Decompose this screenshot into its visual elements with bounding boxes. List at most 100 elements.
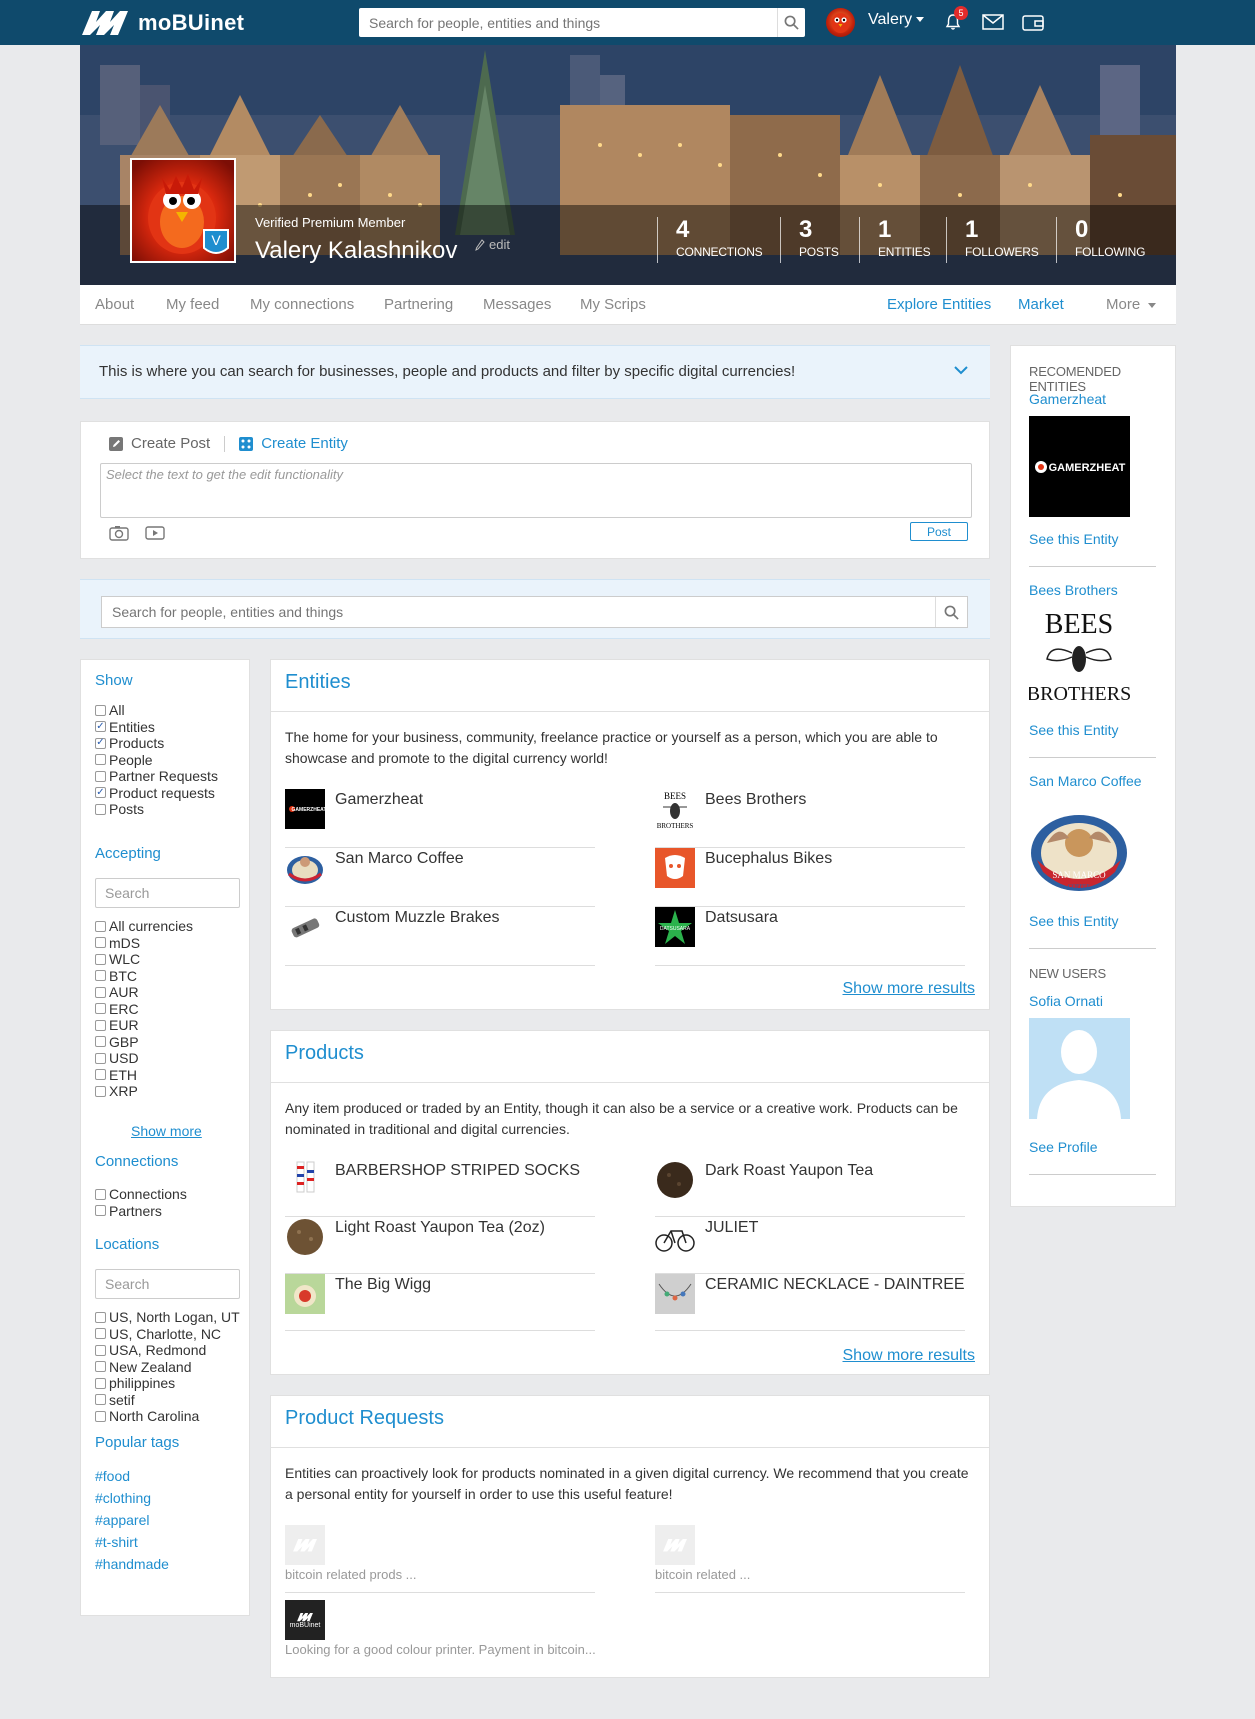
new-user-name[interactable]: Sofia Ornati [1029, 993, 1103, 1009]
see-entity-link[interactable]: See this Entity [1029, 913, 1119, 929]
request-item[interactable]: moBUinet Looking for a good colour print… [285, 1600, 596, 1657]
checkbox[interactable] [95, 1311, 106, 1323]
checkbox-checked[interactable]: ✓ [95, 721, 106, 732]
request-item[interactable]: bitcoin related ... [655, 1525, 965, 1593]
currency-filter-option[interactable]: BTC [95, 968, 137, 984]
list-item[interactable]: BEES BROTHERS Bees Brothers [655, 789, 965, 848]
video-icon[interactable] [145, 525, 165, 541]
list-item[interactable]: The Big Wigg [285, 1274, 595, 1331]
checkbox[interactable] [95, 803, 106, 815]
camera-icon[interactable] [109, 525, 129, 541]
notifications-button[interactable]: 5 [940, 6, 968, 35]
currency-filter-option[interactable]: EUR [95, 1017, 139, 1033]
create-post-tab[interactable]: Create Post [131, 435, 210, 452]
tag-link[interactable]: #t-shirt [95, 1534, 138, 1550]
location-search-input[interactable]: Search [95, 1269, 240, 1299]
show-filter-option[interactable]: Partner Requests [95, 768, 218, 784]
search-input[interactable] [102, 597, 935, 627]
stat-connections[interactable]: 4 CONNECTIONS [657, 217, 763, 263]
checkbox[interactable] [95, 1052, 106, 1064]
list-item[interactable]: Dark Roast Yaupon Tea [655, 1160, 965, 1217]
currency-filter-option[interactable]: GBP [95, 1034, 139, 1050]
list-item[interactable]: BARBERSHOP STRIPED SOCKS [285, 1160, 595, 1217]
show-filter-option[interactable]: ✓ Entities [95, 719, 155, 735]
profile-avatar[interactable]: V [130, 158, 236, 263]
san-marco-image[interactable]: SAN MARCO COFFEE [1029, 798, 1130, 899]
search-button[interactable] [935, 597, 967, 627]
location-filter-option[interactable]: setif [95, 1392, 135, 1408]
checkbox[interactable] [95, 754, 106, 765]
entities-show-more[interactable]: Show more results [843, 980, 976, 998]
checkbox-checked[interactable]: ✓ [95, 787, 106, 798]
currency-filter-option[interactable]: ETH [95, 1067, 137, 1083]
checkbox[interactable] [95, 1344, 106, 1356]
wallet-button[interactable] [1020, 9, 1046, 35]
edit-profile-link[interactable]: edit [475, 237, 510, 252]
tag-link[interactable]: #handmade [95, 1556, 169, 1572]
list-item[interactable]: Bucephalus Bikes [655, 848, 965, 907]
checkbox[interactable] [95, 953, 106, 965]
stat-followers[interactable]: 1 FOLLOWERS [946, 217, 1039, 263]
location-filter-option[interactable]: philippines [95, 1375, 175, 1391]
list-item[interactable]: GAMERZHEAT Gamerzheat [285, 789, 595, 848]
checkbox[interactable] [95, 1036, 106, 1047]
location-filter-option[interactable]: US, North Logan, UT [95, 1309, 240, 1325]
bees-brothers-image[interactable]: BEES BROTHERS [1029, 607, 1130, 708]
location-filter-option[interactable]: US, Charlotte, NC [95, 1326, 221, 1342]
post-button[interactable]: Post [910, 522, 968, 541]
stat-following[interactable]: 0 FOLLOWING [1056, 217, 1145, 263]
recommended-entity-name[interactable]: Gamerzheat [1029, 391, 1106, 407]
chevron-down-icon[interactable] [954, 366, 968, 375]
checkbox[interactable] [95, 1205, 106, 1216]
show-filter-option[interactable]: All [95, 702, 125, 718]
location-filter-option[interactable]: USA, Redmond [95, 1342, 206, 1358]
products-show-more[interactable]: Show more results [843, 1347, 976, 1365]
currency-filter-option[interactable]: XRP [95, 1083, 138, 1099]
checkbox[interactable] [95, 920, 106, 932]
currency-filter-option[interactable]: WLC [95, 951, 140, 967]
show-filter-option[interactable]: ✓ Products [95, 735, 164, 751]
checkbox[interactable] [95, 986, 106, 998]
gamerzheat-image[interactable]: GAMERZHEAT [1029, 416, 1130, 517]
show-filter-option[interactable]: Posts [95, 801, 144, 817]
search-button[interactable] [777, 8, 805, 37]
recommended-entity-name[interactable]: Bees Brothers [1029, 582, 1118, 598]
stat-posts[interactable]: 3 POSTS [780, 217, 839, 263]
checkbox[interactable] [95, 1019, 106, 1031]
list-item[interactable]: Custom Muzzle Brakes [285, 907, 595, 966]
checkbox[interactable] [95, 1328, 106, 1339]
currency-filter-option[interactable]: All currencies [95, 918, 193, 934]
see-entity-link[interactable]: See this Entity [1029, 722, 1119, 738]
see-profile-link[interactable]: See Profile [1029, 1139, 1097, 1155]
checkbox[interactable] [95, 1085, 106, 1097]
tab-more[interactable]: More [1106, 296, 1157, 313]
checkbox[interactable] [95, 1069, 106, 1080]
tab-explore-entities[interactable]: Explore Entities [887, 296, 991, 313]
user-menu[interactable]: Valery [868, 11, 925, 29]
checkbox[interactable] [95, 1394, 106, 1405]
tag-link[interactable]: #food [95, 1468, 130, 1484]
checkbox[interactable] [95, 937, 106, 948]
checkbox[interactable] [95, 970, 106, 981]
tab-partnering[interactable]: Partnering [384, 296, 453, 313]
recommended-entity-name[interactable]: San Marco Coffee [1029, 773, 1142, 789]
checkbox[interactable] [95, 1188, 106, 1200]
tab-messages[interactable]: Messages [483, 296, 551, 313]
checkbox[interactable] [95, 770, 106, 782]
list-item[interactable]: Light Roast Yaupon Tea (2oz) [285, 1217, 595, 1274]
checkbox[interactable] [95, 704, 106, 716]
app-logo[interactable]: moBUinet [80, 8, 244, 37]
tab-my-feed[interactable]: My feed [166, 296, 219, 313]
connections-filter-option[interactable]: Connections [95, 1186, 187, 1202]
connections-filter-option[interactable]: Partners [95, 1203, 162, 1219]
list-item[interactable]: San Marco Coffee [285, 848, 595, 907]
global-search-input[interactable] [359, 8, 777, 37]
tag-link[interactable]: #apparel [95, 1512, 150, 1528]
currency-filter-option[interactable]: USD [95, 1050, 139, 1066]
stat-entities[interactable]: 1 ENTITIES [859, 217, 931, 263]
show-filter-option[interactable]: People [95, 752, 153, 768]
tab-market[interactable]: Market [1018, 296, 1064, 313]
tab-my-scrips[interactable]: My Scrips [580, 296, 646, 313]
tab-about[interactable]: About [95, 296, 134, 313]
user-avatar[interactable] [826, 8, 855, 37]
